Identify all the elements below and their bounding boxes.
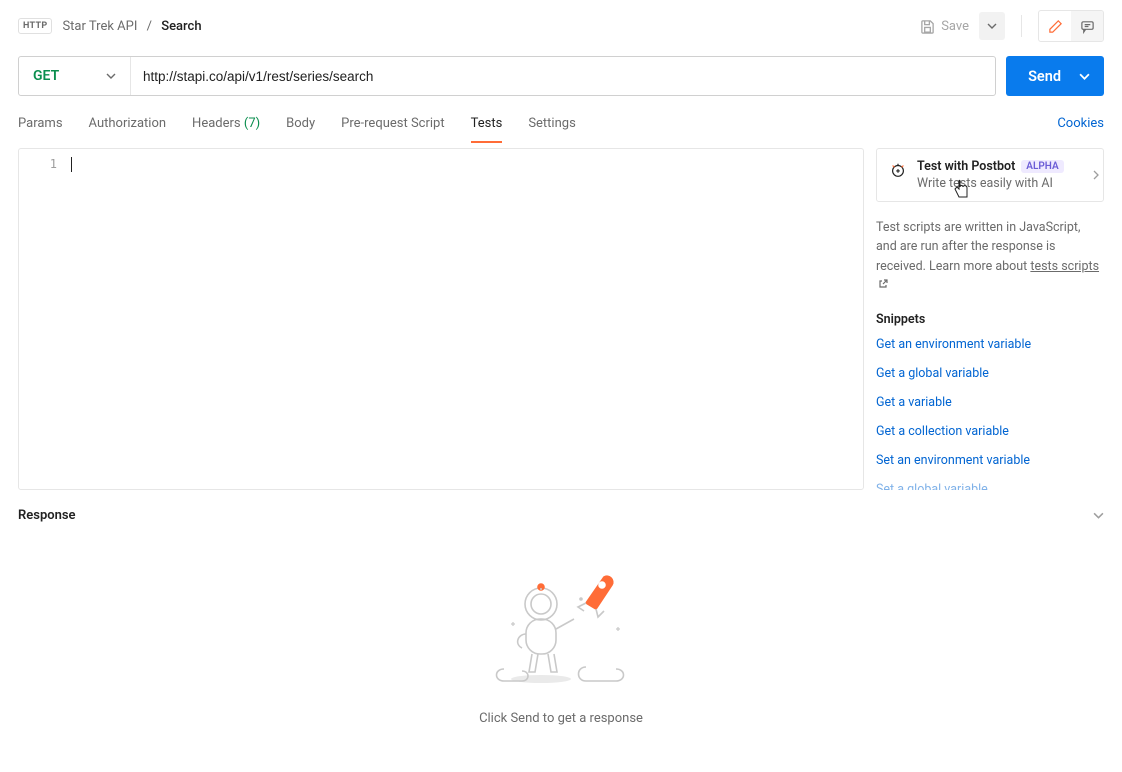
chevron-down-icon [1093,512,1104,519]
save-button[interactable]: Save [910,13,979,40]
send-label: Send [1028,68,1061,85]
chevron-right-icon [1093,170,1099,180]
snippet-set-env-var[interactable]: Set an environment variable [876,453,1104,468]
postbot-subtitle: Write tests easily with AI [917,176,1064,191]
snippet-get-var[interactable]: Get a variable [876,395,1104,410]
breadcrumb-separator: / [147,19,152,34]
alpha-badge: ALPHA [1021,160,1063,173]
save-label: Save [941,19,969,34]
tests-scripts-link[interactable]: tests scripts [1030,259,1099,274]
comment-icon [1080,19,1095,34]
snippets-heading: Snippets [876,312,1104,327]
snippet-set-global-var[interactable]: Set a global variable [876,482,1104,491]
send-dropdown[interactable] [1079,73,1090,80]
postbot-icon [889,161,907,179]
code-area[interactable] [69,149,863,489]
external-link-icon [878,279,888,289]
tests-help-text: Test scripts are written in JavaScript, … [876,218,1104,296]
snippet-get-env-var[interactable]: Get an environment variable [876,337,1104,352]
tests-editor[interactable]: 1 [18,148,864,490]
snippet-get-collection-var[interactable]: Get a collection variable [876,424,1104,439]
postbot-title: Test with Postbot [917,159,1015,174]
response-empty-text: Click Send to get a response [479,711,643,726]
send-button[interactable]: Send [1006,56,1104,96]
http-badge: HTTP [18,18,52,34]
response-title: Response [18,508,76,523]
breadcrumb-parent[interactable]: Star Trek API [62,19,137,34]
snippet-get-global-var[interactable]: Get a global variable [876,366,1104,381]
postbot-card[interactable]: Test with Postbot ALPHA Write tests easi… [876,148,1104,202]
chevron-down-icon [1079,73,1090,80]
chevron-down-icon [987,23,997,29]
method-select[interactable]: GET [19,57,131,95]
tab-body[interactable]: Body [286,106,315,141]
tab-prerequest[interactable]: Pre-request Script [341,106,444,141]
tab-authorization[interactable]: Authorization [89,106,167,141]
url-bar: GET [18,56,996,96]
divider [1021,15,1022,37]
tab-settings[interactable]: Settings [528,106,575,141]
url-input[interactable] [131,57,995,95]
response-toggle[interactable] [1093,512,1104,519]
chevron-down-icon [106,73,116,79]
edit-button[interactable] [1039,11,1071,41]
tab-headers-label: Headers [192,116,241,131]
astronaut-illustration [486,569,636,689]
editor-gutter: 1 [19,149,69,489]
cookies-link[interactable]: Cookies [1057,116,1104,131]
breadcrumb: Star Trek API / Search [62,19,201,34]
tab-headers[interactable]: Headers (7) [192,106,260,141]
breadcrumb-current: Search [161,19,201,34]
pencil-icon [1048,19,1063,34]
save-dropdown[interactable] [979,12,1005,40]
tab-params[interactable]: Params [18,106,63,141]
tab-headers-count: (7) [244,116,260,131]
method-label: GET [33,68,59,84]
tab-tests[interactable]: Tests [471,106,503,141]
line-number: 1 [19,157,57,171]
editor-cursor [71,157,72,172]
response-empty-state: Click Send to get a response [18,523,1104,772]
save-icon [920,19,935,34]
comment-button[interactable] [1071,11,1103,41]
